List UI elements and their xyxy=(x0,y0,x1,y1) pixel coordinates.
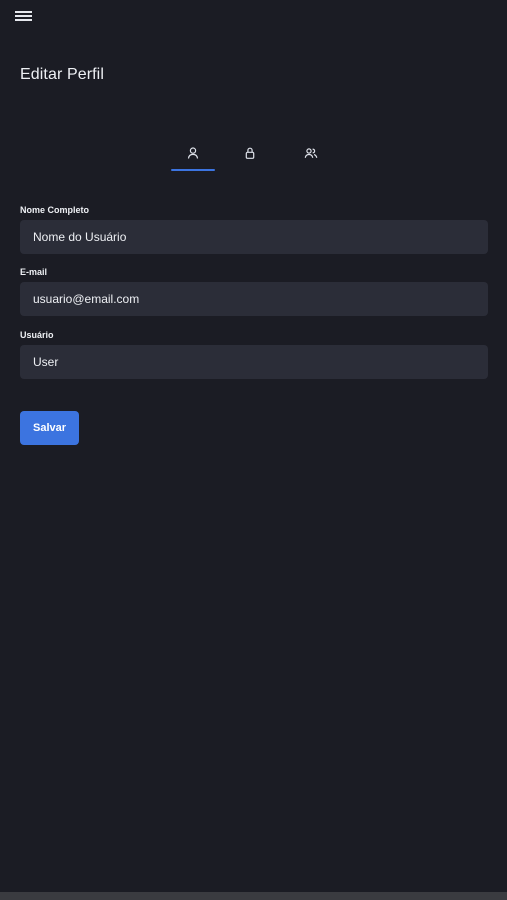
email-input[interactable] xyxy=(20,282,488,316)
users-icon xyxy=(304,148,318,158)
full-name-label: Nome Completo xyxy=(20,205,90,215)
tab-groups[interactable] xyxy=(289,140,333,171)
menu-icon[interactable] xyxy=(14,8,34,24)
username-label: Usuário xyxy=(20,330,54,340)
edit-profile-page: Editar Perfil Nome Completo E-mail xyxy=(0,0,507,900)
page-title: Editar Perfil xyxy=(20,66,104,83)
lock-icon xyxy=(245,147,255,159)
username-input[interactable] xyxy=(20,345,488,379)
bottom-bar xyxy=(0,892,507,900)
profile-tabs xyxy=(171,140,341,172)
save-button[interactable]: Salvar xyxy=(20,411,79,445)
email-label: E-mail xyxy=(20,267,48,277)
active-tab-indicator xyxy=(171,169,215,171)
user-icon xyxy=(187,147,199,159)
tab-profile[interactable] xyxy=(171,140,215,171)
tab-password[interactable] xyxy=(228,140,272,171)
full-name-input[interactable] xyxy=(20,220,488,254)
